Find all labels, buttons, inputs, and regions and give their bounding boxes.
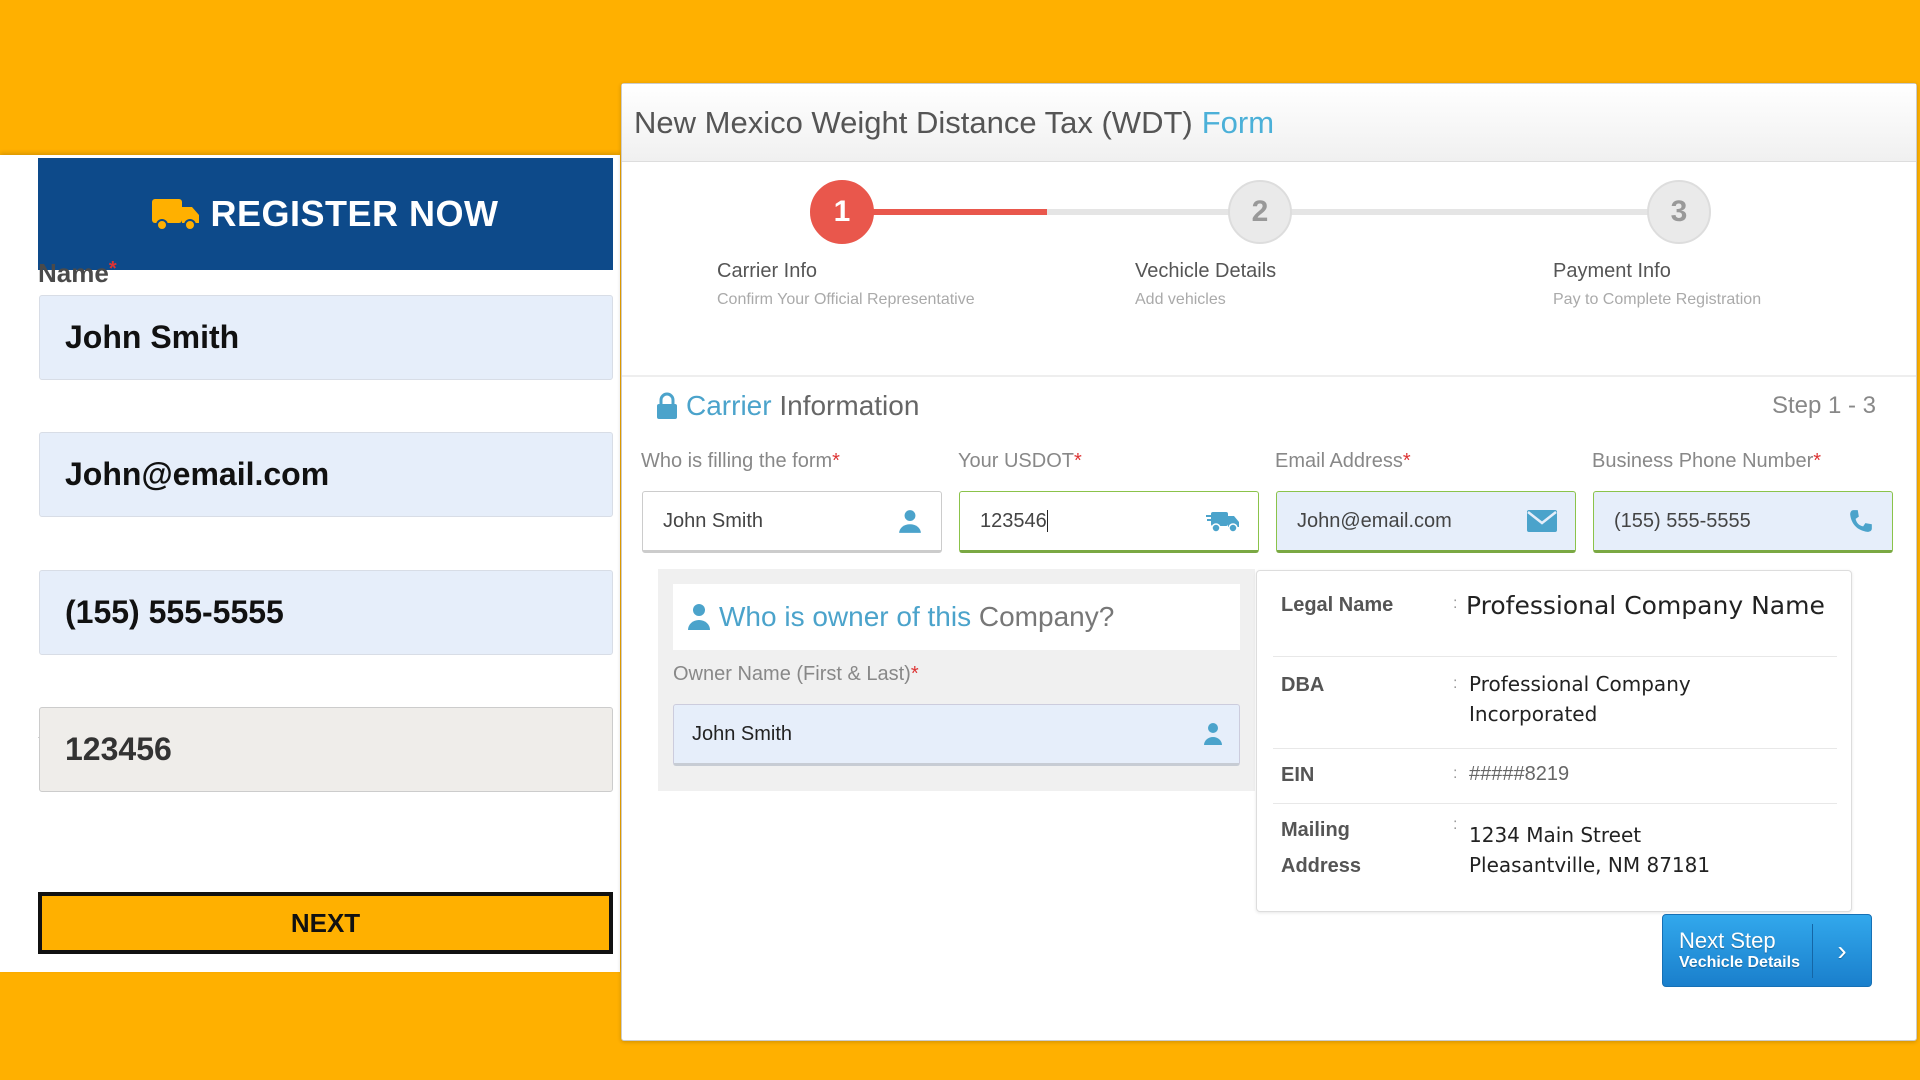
user-icon xyxy=(1204,723,1222,745)
step-1-circle[interactable]: 1 xyxy=(810,180,874,244)
chevron-right-icon: › xyxy=(1837,934,1847,966)
usdot-input[interactable]: 123546 xyxy=(959,491,1259,553)
filler-label: Who is filling the form* xyxy=(641,450,840,472)
lock-icon xyxy=(657,392,677,419)
text-caret xyxy=(1046,510,1048,533)
filler-input[interactable]: John Smith xyxy=(642,491,942,553)
step-count: Step 1 - 3 xyxy=(1771,392,1876,419)
email-label: Email Address* xyxy=(1275,450,1411,472)
envelope-icon xyxy=(1527,510,1557,532)
detail-row-legal-name: Legal Name : Professional Company Name xyxy=(1273,571,1837,657)
business-phone-label: Business Phone Number* xyxy=(1592,450,1822,472)
owner-heading: Who is owner of this Company? xyxy=(673,584,1240,650)
detail-row-ein: EIN : #####8219 xyxy=(1273,749,1837,804)
form-title: New Mexico Weight Distance Tax (WDT) For… xyxy=(622,84,1916,162)
name-label: Name* xyxy=(38,258,117,288)
detail-row-dba: DBA : Professional Company Incorporated xyxy=(1273,657,1837,749)
name-input[interactable]: John Smith xyxy=(39,295,613,380)
usdot-label: Your USDOT* xyxy=(958,450,1082,472)
form-title-text: New Mexico Weight Distance Tax (WDT) xyxy=(634,104,1193,140)
email-input[interactable]: John@email.com xyxy=(39,432,613,517)
step-3-label: Payment Info xyxy=(1553,260,1671,282)
next-button[interactable]: NEXT xyxy=(38,892,613,954)
detail-row-mailing-address: Mailing Address : 1234 Main Street Pleas… xyxy=(1281,816,1711,877)
step-2-label: Vechicle Details xyxy=(1135,260,1277,282)
form-title-accent: Form xyxy=(1201,104,1275,140)
email-input[interactable]: John@email.com xyxy=(1276,491,1576,553)
user-icon xyxy=(899,510,921,533)
phone-input[interactable]: (155) 555-5555 xyxy=(39,570,613,655)
register-panel: REGISTER NOW Name* John Smith Email Addr… xyxy=(0,155,620,972)
truck-icon xyxy=(152,199,200,231)
step-2-circle[interactable]: 2 xyxy=(1228,180,1292,244)
section-divider xyxy=(622,375,1916,377)
user-icon xyxy=(688,604,710,630)
phone-icon xyxy=(1850,510,1872,532)
truck-icon xyxy=(1206,512,1239,533)
step-progress-active xyxy=(872,209,1047,215)
step-progress-track xyxy=(1047,209,1692,215)
next-step-button[interactable]: Next Step Vechicle Details › xyxy=(1662,914,1872,987)
owner-name-label: Owner Name (First & Last)* xyxy=(673,663,919,685)
business-phone-input[interactable]: (155) 555-5555 xyxy=(1593,491,1893,553)
register-title: REGISTER NOW xyxy=(210,193,499,234)
step-2-sublabel: Add vehicles xyxy=(1135,291,1226,308)
wdt-form-panel: New Mexico Weight Distance Tax (WDT) For… xyxy=(621,83,1917,1041)
owner-name-input[interactable]: John Smith xyxy=(673,704,1240,766)
step-1-label: Carrier Info xyxy=(717,260,818,282)
step-3-sublabel: Pay to Complete Registration xyxy=(1553,291,1762,308)
usdot-input[interactable]: 123456 xyxy=(39,707,613,792)
owner-section: Who is owner of this Company? Owner Name… xyxy=(658,569,1255,791)
step-3-circle[interactable]: 3 xyxy=(1647,180,1711,244)
register-header: REGISTER NOW xyxy=(38,158,613,270)
step-1-sublabel: Confirm Your Official Representative xyxy=(717,291,975,308)
company-details-card: Legal Name : Professional Company Name D… xyxy=(1256,570,1852,912)
carrier-info-heading: Carrier Information xyxy=(656,390,919,422)
